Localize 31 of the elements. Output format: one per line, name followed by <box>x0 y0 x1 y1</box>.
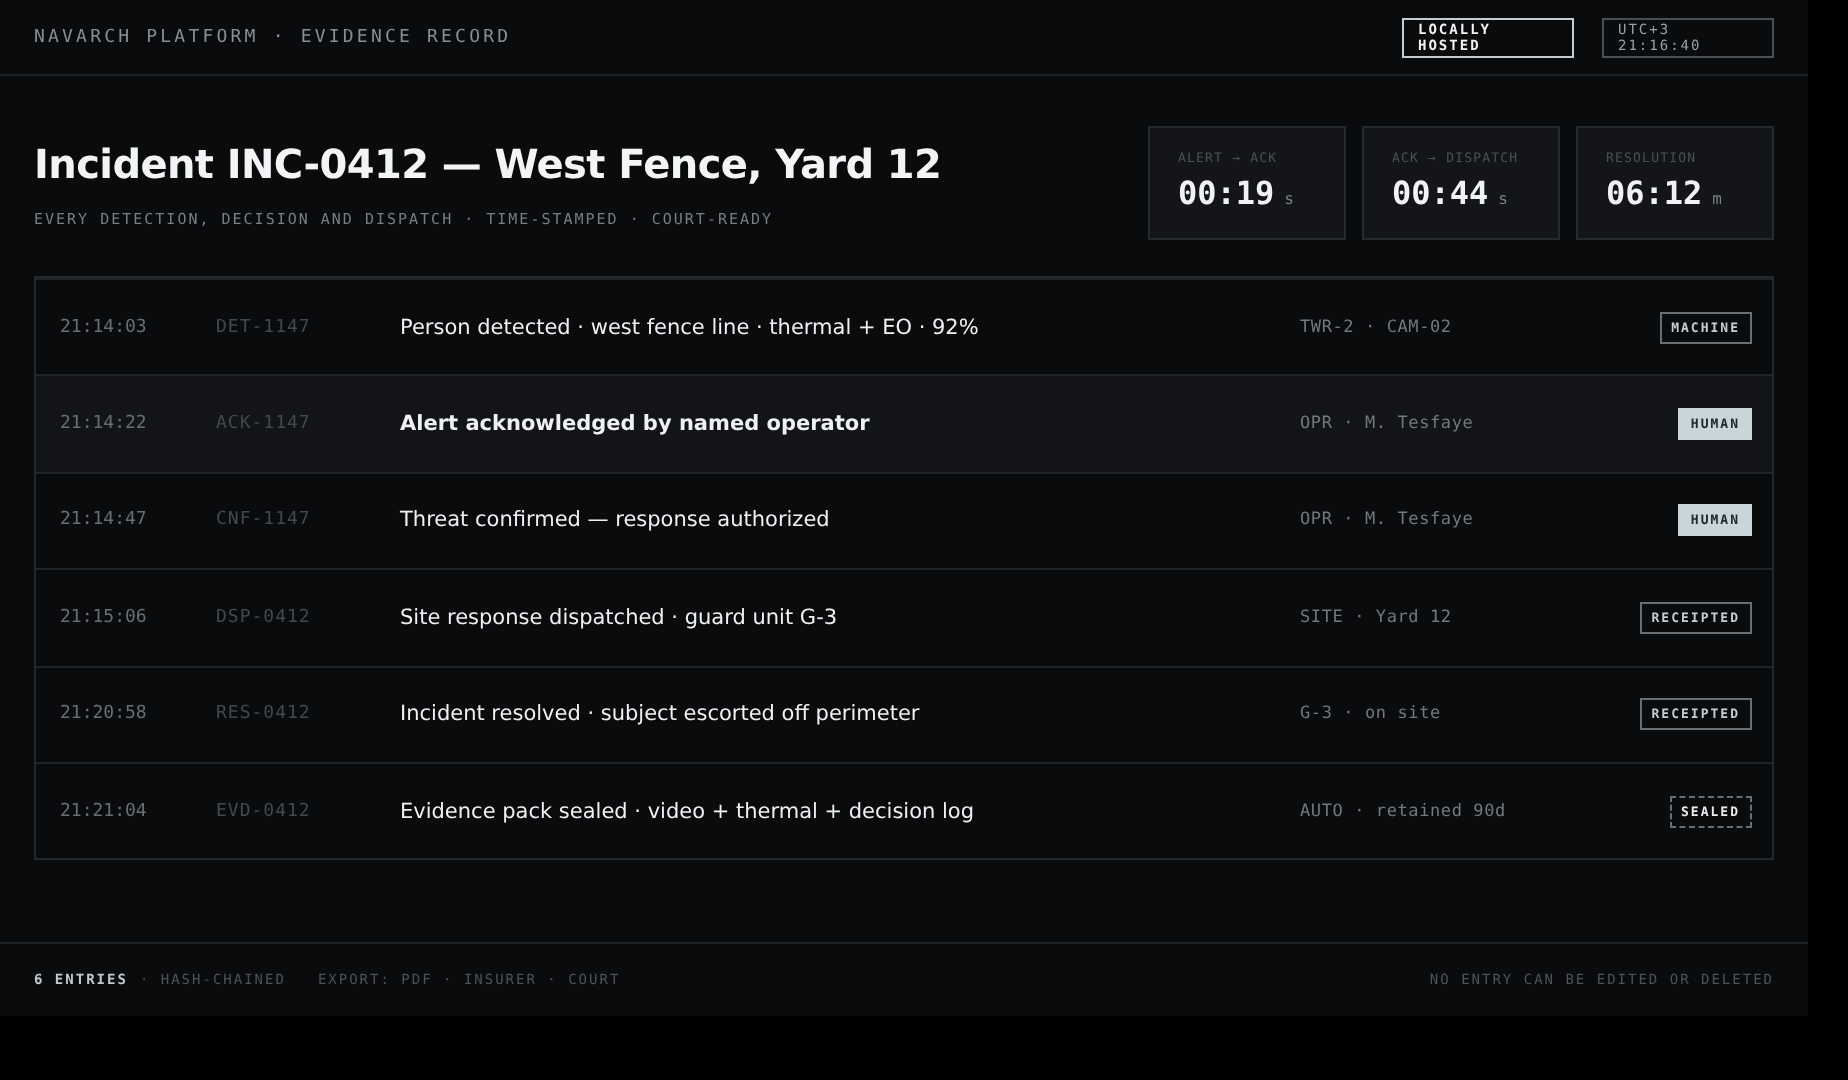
metric-value: 06:12 <box>1606 174 1703 212</box>
entry-id: DSP-0412 <box>216 607 313 628</box>
entry-time: 21:21:04 <box>60 801 149 822</box>
entry-id: DET-1147 <box>216 317 313 338</box>
entry-time: 21:14:47 <box>60 510 149 531</box>
entry-id: EVD-0412 <box>216 801 313 822</box>
incident-title: Incident INC-0412 — West Fence, Yard 12 <box>34 139 942 187</box>
entry-description: Alert acknowledged by named operator <box>400 412 872 437</box>
metric-value: 00:19 <box>1178 174 1275 212</box>
entry-id: RES-0412 <box>216 704 313 725</box>
entry-source: TWR-2 · CAM-02 <box>1300 317 1454 338</box>
metric-unit: s <box>1284 190 1294 208</box>
metric-value: 00:44 <box>1392 174 1489 212</box>
metric-unit: m <box>1712 190 1722 208</box>
entry-time: 21:14:22 <box>60 414 149 435</box>
entry-source: OPR · M. Tesfaye <box>1300 510 1476 531</box>
entry-source: OPR · M. Tesfaye <box>1300 414 1476 435</box>
entry-time: 21:14:03 <box>60 317 149 338</box>
entry-description: Incident resolved · subject escorted off perimeter <box>400 702 922 727</box>
entry-description: Threat confirmed — response authorized <box>400 508 832 533</box>
entry-time: 21:15:06 <box>60 607 149 628</box>
metric-unit: s <box>1498 190 1508 208</box>
breadcrumb: NAVARCH PLATFORM · EVIDENCE RECORD <box>34 27 512 47</box>
entry-id: CNF-1147 <box>216 510 313 531</box>
entry-source: AUTO · retained 90d <box>1300 801 1508 822</box>
entry-description: Evidence pack sealed · video + thermal + decision log <box>400 799 977 824</box>
entry-description: Person detected · west fence line · thermal + EO · 92% <box>400 315 981 340</box>
entry-description: Site response dispatched · guard unit G-3 <box>400 605 840 630</box>
entry-source: G-3 · on site <box>1300 704 1443 725</box>
entry-time: 21:20:58 <box>60 704 149 725</box>
entry-source: SITE · Yard 12 <box>1300 607 1454 628</box>
